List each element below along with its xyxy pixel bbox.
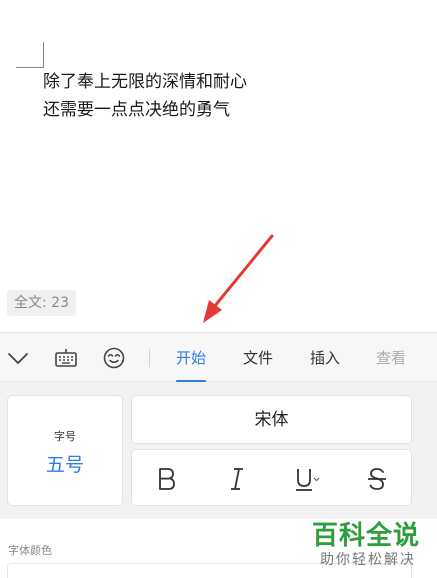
- bold-icon: [159, 467, 175, 490]
- collapse-chevron-icon[interactable]: [5, 345, 31, 371]
- word-count-badge: 全文: 23: [7, 290, 76, 316]
- tab-label: 开始: [176, 349, 207, 367]
- tab-start[interactable]: 开始: [176, 333, 207, 383]
- watermark-title: 百科全说: [312, 521, 421, 551]
- italic-icon: [231, 467, 243, 490]
- font-size-label: 字号: [54, 430, 76, 443]
- tab-file[interactable]: 文件: [243, 333, 273, 383]
- document-line[interactable]: 除了奉上无限的深情和耐心: [43, 68, 247, 96]
- watermark-subtitle: 助你轻松解决: [320, 552, 416, 568]
- keyboard-icon[interactable]: [53, 345, 79, 371]
- tab-insert[interactable]: 插入: [310, 333, 340, 383]
- font-family-value: 宋体: [254, 410, 289, 430]
- underline-icon: [296, 468, 320, 491]
- text-style-group: [131, 449, 412, 506]
- document-line[interactable]: 还需要一点点决绝的勇气: [43, 96, 247, 124]
- underline-button[interactable]: [272, 450, 342, 507]
- bold-button[interactable]: [132, 450, 202, 507]
- document-text[interactable]: 除了奉上无限的深情和耐心 还需要一点点决绝的勇气: [43, 68, 247, 124]
- font-color-label: 字体颜色: [8, 544, 52, 557]
- font-size-button[interactable]: 字号 五号: [7, 395, 123, 506]
- tab-label: 查看: [376, 349, 407, 367]
- font-size-value: 五号: [45, 454, 84, 476]
- annotation-arrow-icon: [203, 234, 274, 323]
- toolbar-divider: [149, 349, 150, 367]
- tab-view[interactable]: 查看: [376, 333, 406, 383]
- strikethrough-icon: [368, 467, 386, 490]
- editor-toolbar: 开始 文件 插入 查看: [0, 332, 437, 383]
- italic-button[interactable]: [202, 450, 272, 507]
- strikethrough-button[interactable]: [342, 450, 412, 507]
- tab-label: 插入: [310, 349, 341, 367]
- emoji-icon[interactable]: [101, 345, 127, 371]
- tab-label: 文件: [243, 349, 274, 367]
- font-family-button[interactable]: 宋体: [131, 395, 412, 444]
- document-area[interactable]: 除了奉上无限的深情和耐心 还需要一点点决绝的勇气 全文: 23: [0, 0, 437, 332]
- page-margin-corner-mark: [16, 42, 44, 68]
